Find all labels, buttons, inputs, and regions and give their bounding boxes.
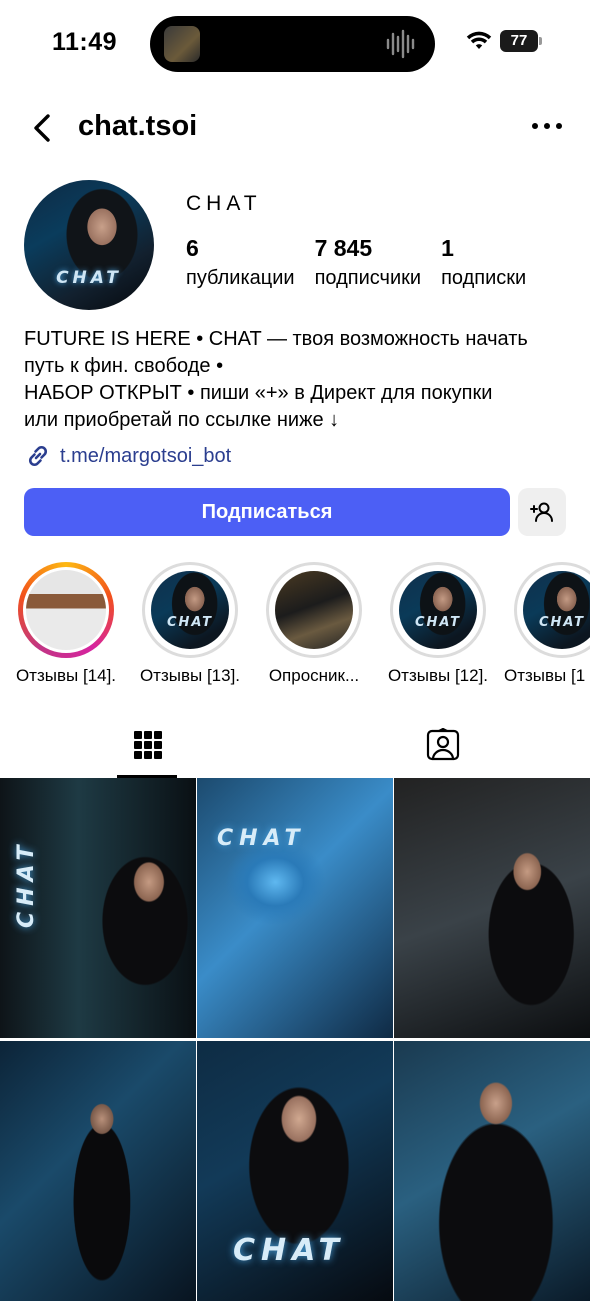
display-name: CHAT bbox=[186, 192, 262, 215]
stat-label: подписчики bbox=[314, 267, 422, 289]
link-icon bbox=[28, 445, 48, 467]
post-thumbnail[interactable]: CHAT bbox=[0, 778, 196, 1038]
follow-button[interactable]: Подписаться bbox=[24, 488, 510, 536]
stat-following[interactable]: 1 подписки bbox=[441, 234, 526, 292]
story-highlights: Отзывы [14]. CHAT Отзывы [13]. Опросник.… bbox=[0, 562, 590, 692]
profile-header: chat.tsoi bbox=[0, 100, 590, 156]
status-indicators: 77 bbox=[466, 30, 542, 52]
highlight-label: Опросник... bbox=[268, 666, 360, 685]
highlight-cover-text: CHAT bbox=[414, 615, 462, 630]
highlight-cover bbox=[23, 567, 109, 653]
tagged-person-icon bbox=[426, 728, 459, 761]
post-thumbnail[interactable] bbox=[394, 778, 590, 1038]
profile-stats: 6 публикации 7 845 подписчики 1 подписки bbox=[186, 234, 546, 292]
status-time: 11:49 bbox=[52, 28, 118, 56]
more-options-icon[interactable] bbox=[532, 114, 562, 138]
highlight-ring bbox=[266, 562, 362, 658]
stat-label: публикации bbox=[186, 267, 295, 289]
highlight-ring: CHAT bbox=[514, 562, 590, 658]
bio-line: или приобретай по ссылке ниже ↓ bbox=[24, 409, 340, 431]
highlight-cover bbox=[275, 571, 353, 649]
highlight-label: Отзывы [14]. bbox=[15, 666, 117, 685]
status-bar: 11:49 77 bbox=[0, 0, 590, 90]
post-overlay-text: CHAT bbox=[217, 826, 306, 851]
stat-posts[interactable]: 6 публикации bbox=[186, 234, 295, 292]
highlight-cover-text: CHAT bbox=[166, 615, 214, 630]
highlight-ring bbox=[18, 562, 114, 658]
bio-line: путь к фин. свободе • bbox=[24, 355, 224, 377]
posts-grid: CHAT CHAT CHAT bbox=[0, 778, 590, 1301]
highlight-label: Отзывы [13]. bbox=[139, 666, 241, 685]
profile-tabs bbox=[0, 712, 590, 778]
stat-value: 6 bbox=[186, 235, 199, 261]
post-overlay-text: CHAT bbox=[233, 1233, 345, 1268]
highlight-cover-text: CHAT bbox=[538, 615, 586, 630]
highlight-label: Отзывы [1 bbox=[504, 666, 586, 685]
battery-indicator: 77 bbox=[500, 30, 542, 52]
link-text[interactable]: t.me/margotsoi_bot bbox=[60, 445, 231, 468]
highlight-cover: CHAT bbox=[399, 571, 477, 649]
page-title-username: chat.tsoi bbox=[78, 110, 198, 142]
highlight-ring: CHAT bbox=[390, 562, 486, 658]
highlight-cover: CHAT bbox=[151, 571, 229, 649]
add-person-icon bbox=[530, 502, 553, 522]
dot bbox=[544, 123, 550, 129]
suggested-users-button[interactable] bbox=[518, 488, 566, 536]
stat-value: 7 845 bbox=[314, 235, 373, 261]
stat-followers[interactable]: 7 845 подписчики bbox=[315, 234, 421, 292]
dot bbox=[532, 123, 538, 129]
post-thumbnail[interactable] bbox=[394, 1041, 590, 1301]
dot bbox=[556, 123, 562, 129]
tab-tagged[interactable] bbox=[295, 712, 590, 778]
audio-waveform-icon bbox=[386, 29, 415, 59]
wifi-icon bbox=[466, 31, 492, 49]
bio-line: НАБОР ОТКРЫТ • пиши «+» в Директ для пок… bbox=[24, 382, 493, 404]
stat-value: 1 bbox=[441, 235, 454, 261]
grid-icon bbox=[133, 731, 162, 759]
avatar-logo-text: CHAT bbox=[56, 268, 122, 288]
post-thumbnail[interactable]: CHAT bbox=[197, 1041, 393, 1301]
post-overlay-text: CHAT bbox=[14, 839, 39, 929]
post-thumbnail[interactable] bbox=[0, 1041, 196, 1301]
highlight-cover: CHAT bbox=[523, 571, 590, 649]
profile-avatar[interactable]: CHAT bbox=[24, 180, 154, 310]
back-arrow-icon[interactable] bbox=[24, 108, 64, 148]
post-thumbnail[interactable]: CHAT bbox=[197, 778, 393, 1038]
bio-link[interactable]: t.me/margotsoi_bot bbox=[24, 442, 231, 470]
profile-bio: FUTURE IS HERE • CHAT — твоя возможность… bbox=[24, 326, 572, 434]
stat-label: подписки bbox=[441, 267, 527, 289]
bio-line: FUTURE IS HERE • CHAT — твоя возможность… bbox=[24, 328, 528, 350]
highlight-label: Отзывы [12]. bbox=[387, 666, 489, 685]
dynamic-island[interactable] bbox=[150, 16, 435, 72]
highlight-ring: CHAT bbox=[142, 562, 238, 658]
tab-posts-grid[interactable] bbox=[0, 712, 295, 778]
now-playing-thumbnail bbox=[164, 26, 200, 62]
